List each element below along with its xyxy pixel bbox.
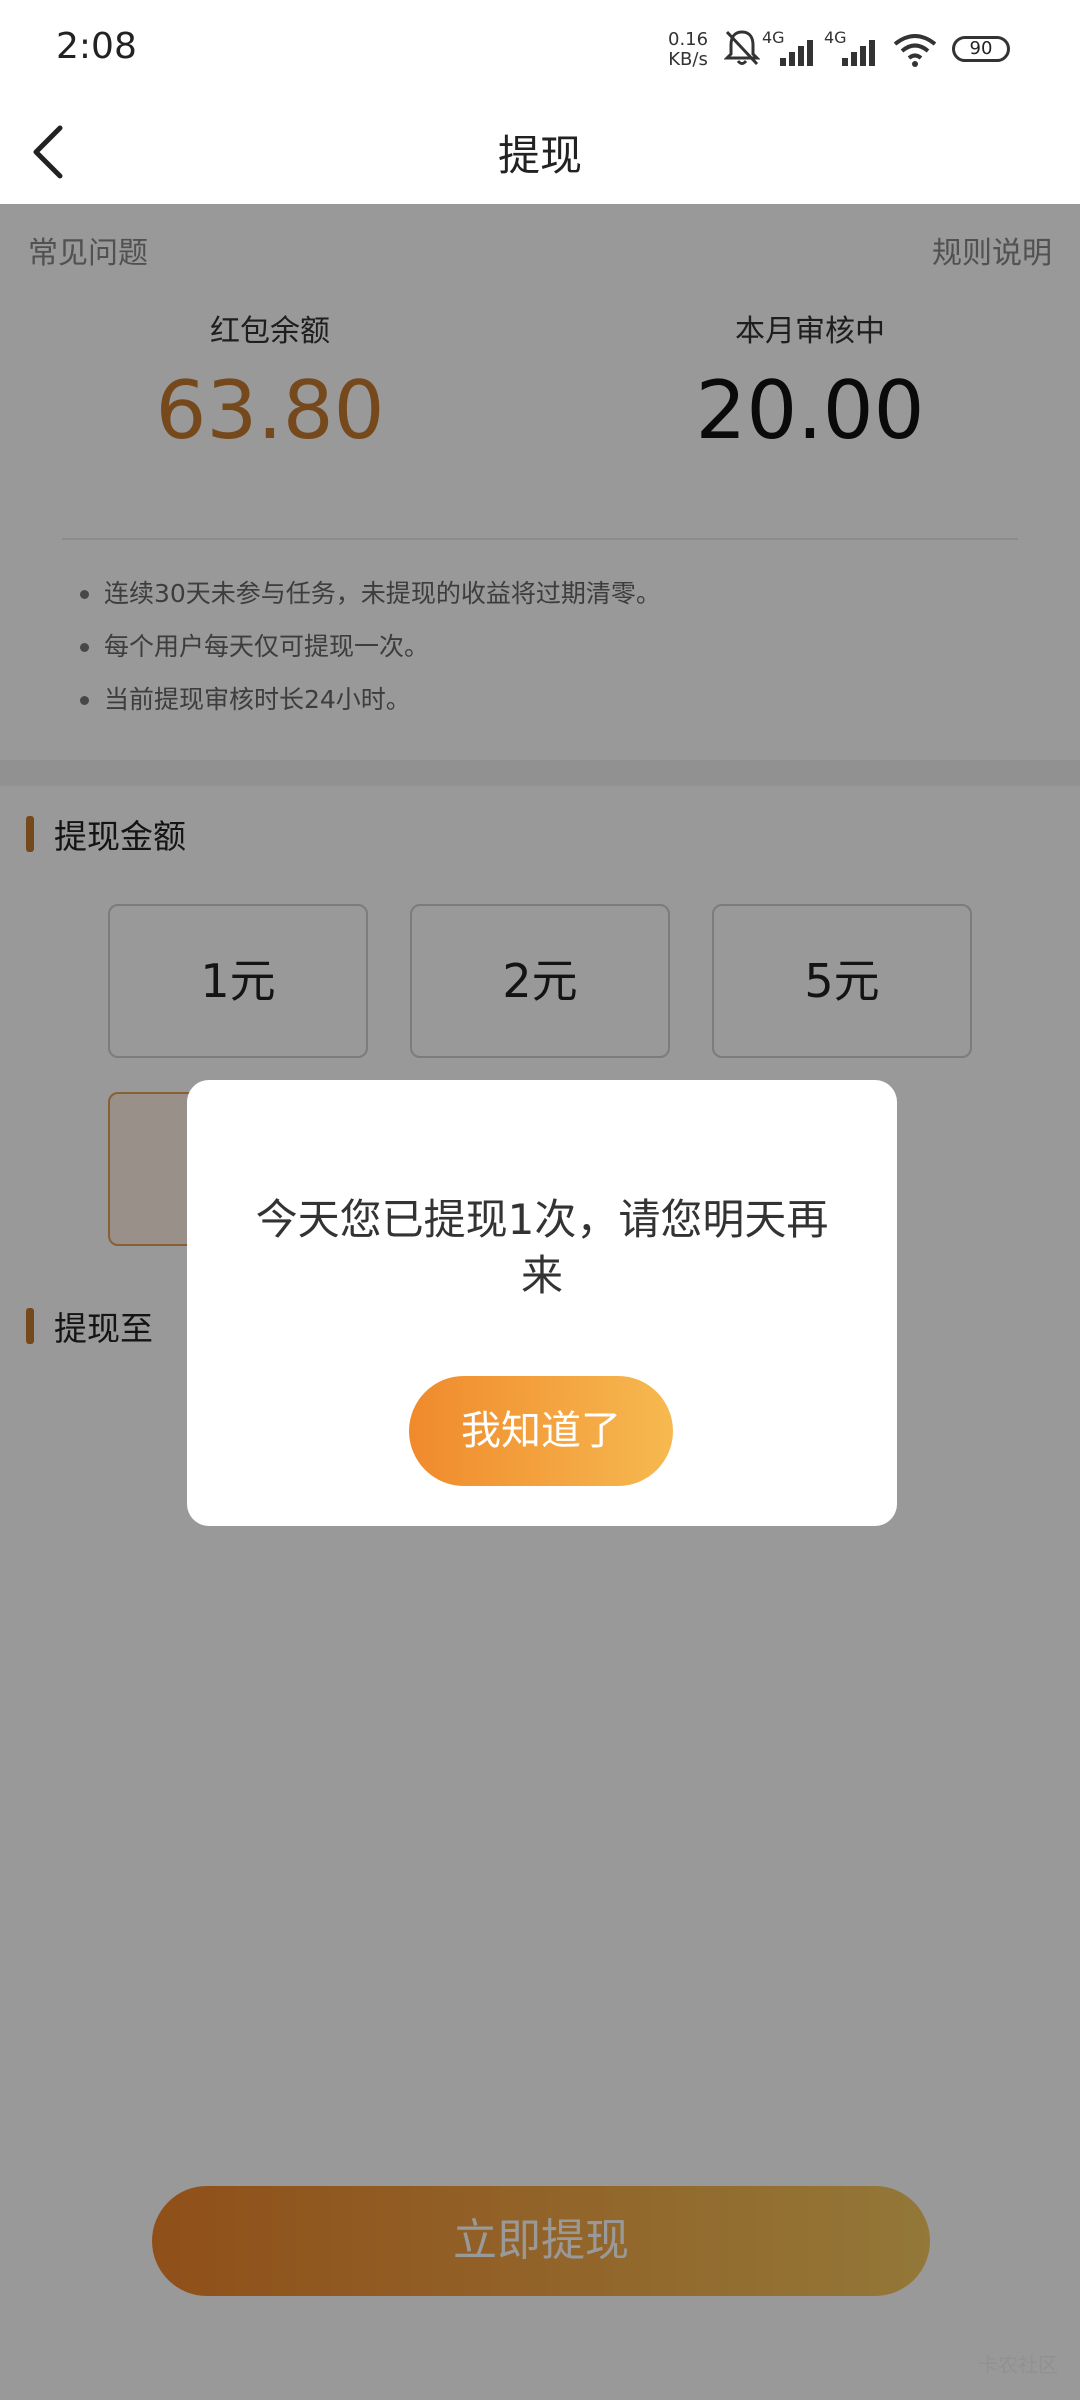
page-header: 提现 [0, 100, 1080, 204]
battery-indicator: 90 [952, 36, 1010, 62]
wifi-icon [893, 34, 937, 67]
withdraw-limit-dialog: 今天您已提现1次，请您明天再来 我知道了 [187, 1080, 897, 1526]
network-speed: 0.16 KB/s [668, 30, 708, 70]
mute-bell-icon [724, 30, 760, 66]
page-title: 提现 [497, 131, 582, 180]
network-speed-value: 0.16 [668, 29, 709, 50]
status-bar: 2:08 0.16 KB/s 4G 4G 90 [0, 0, 1080, 100]
signal-sim2-icon [842, 40, 875, 66]
status-time: 2:08 [56, 26, 137, 67]
dialog-message: 今天您已提现1次，请您明天再来 [255, 1195, 829, 1300]
dialog-confirm-button[interactable]: 我知道了 [409, 1376, 673, 1486]
signal-sim1-icon [780, 40, 813, 66]
network-speed-unit: KB/s [668, 49, 708, 70]
